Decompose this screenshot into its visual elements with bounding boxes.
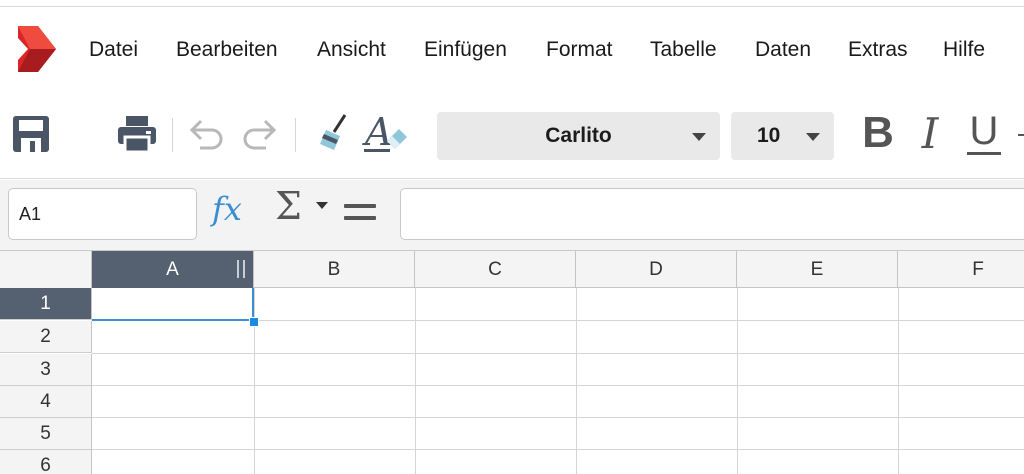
toolbar: A Carlito 10 B I U [0, 98, 1024, 178]
column-header-e[interactable]: E [737, 251, 898, 288]
clear-formatting-icon [320, 114, 347, 150]
menu-tabelle[interactable]: Tabelle [650, 38, 717, 62]
bold-button[interactable]: B [858, 108, 898, 158]
italic-button[interactable]: I [912, 108, 948, 158]
chevron-down-icon [806, 133, 820, 141]
formula-input[interactable] [400, 188, 1024, 240]
function-wizard-icon[interactable]: fx [212, 190, 242, 228]
menu-datei[interactable]: Datei [89, 38, 138, 62]
fill-handle[interactable] [249, 317, 259, 327]
text-style-button[interactable]: A [360, 111, 410, 156]
italic-icon: I [921, 108, 939, 158]
menu-format[interactable]: Format [546, 38, 613, 62]
underline-bar [967, 151, 1001, 155]
underline-icon: U [969, 108, 999, 153]
row-header-2[interactable]: 2 [0, 321, 92, 353]
column-resize-handle[interactable] [237, 260, 245, 278]
font-name-dropdown[interactable]: Carlito [437, 112, 720, 160]
app-logo-icon [18, 26, 56, 72]
save-button[interactable] [8, 112, 54, 156]
menu-ansicht[interactable]: Ansicht [317, 38, 386, 62]
row-header-6[interactable]: 6 [0, 450, 92, 474]
redo-icon [243, 119, 277, 150]
save-icon [13, 116, 49, 152]
menu-extras[interactable]: Extras [848, 38, 908, 62]
font-size-value: 10 [757, 124, 781, 147]
formula-equals-icon[interactable] [344, 190, 376, 230]
menu-bearbeiten[interactable]: Bearbeiten [176, 38, 278, 62]
menu-hilfe[interactable]: Hilfe [943, 38, 985, 62]
undo-icon [189, 119, 223, 150]
select-all-corner[interactable] [0, 251, 92, 288]
print-icon [118, 116, 156, 154]
menu-einfuegen[interactable]: Einfügen [424, 38, 507, 62]
selection-border-bottom [92, 319, 254, 321]
column-header-f[interactable]: F [898, 251, 1024, 288]
redo-button[interactable] [238, 112, 282, 156]
row-header-5[interactable]: 5 [0, 418, 92, 450]
spreadsheet-grid: A B C D E F 1 2 3 4 5 6 [0, 250, 1024, 474]
column-header-label: A [166, 259, 179, 280]
sum-icon[interactable]: Σ [275, 184, 302, 228]
name-box[interactable]: A1 [8, 188, 197, 240]
toolbar-bottom-border [0, 178, 1024, 179]
bold-icon: B [862, 108, 894, 157]
svg-text:A: A [362, 111, 392, 154]
clear-formatting-button[interactable] [310, 112, 354, 156]
column-header-row: A B C D E F [0, 250, 1024, 288]
row-header-1[interactable]: 1 [0, 288, 92, 320]
formula-bar: A1 fx Σ [0, 180, 1024, 250]
undo-button[interactable] [184, 112, 228, 156]
sum-dropdown-chevron-icon[interactable] [316, 202, 328, 209]
active-cell-a1[interactable] [92, 288, 254, 321]
row-header-4[interactable]: 4 [0, 386, 92, 418]
underline-button[interactable]: U [964, 108, 1004, 158]
menu-bar: Datei Bearbeiten Ansicht Einfügen Format… [0, 8, 1024, 92]
font-size-dropdown[interactable]: 10 [731, 112, 834, 160]
column-header-d[interactable]: D [576, 251, 737, 288]
toolbar-overflow-indicator [1018, 134, 1024, 136]
column-header-c[interactable]: C [415, 251, 576, 288]
print-button[interactable] [114, 112, 160, 156]
window-top-border [0, 6, 1024, 7]
column-header-a[interactable]: A [92, 251, 254, 288]
row-header-3[interactable]: 3 [0, 354, 92, 386]
menu-daten[interactable]: Daten [755, 38, 811, 62]
text-style-icon: A [362, 111, 407, 154]
column-header-b[interactable]: B [254, 251, 415, 288]
toolbar-separator [295, 118, 296, 152]
chevron-down-icon [692, 133, 706, 141]
toolbar-separator [172, 118, 173, 152]
font-name-value: Carlito [545, 124, 612, 147]
